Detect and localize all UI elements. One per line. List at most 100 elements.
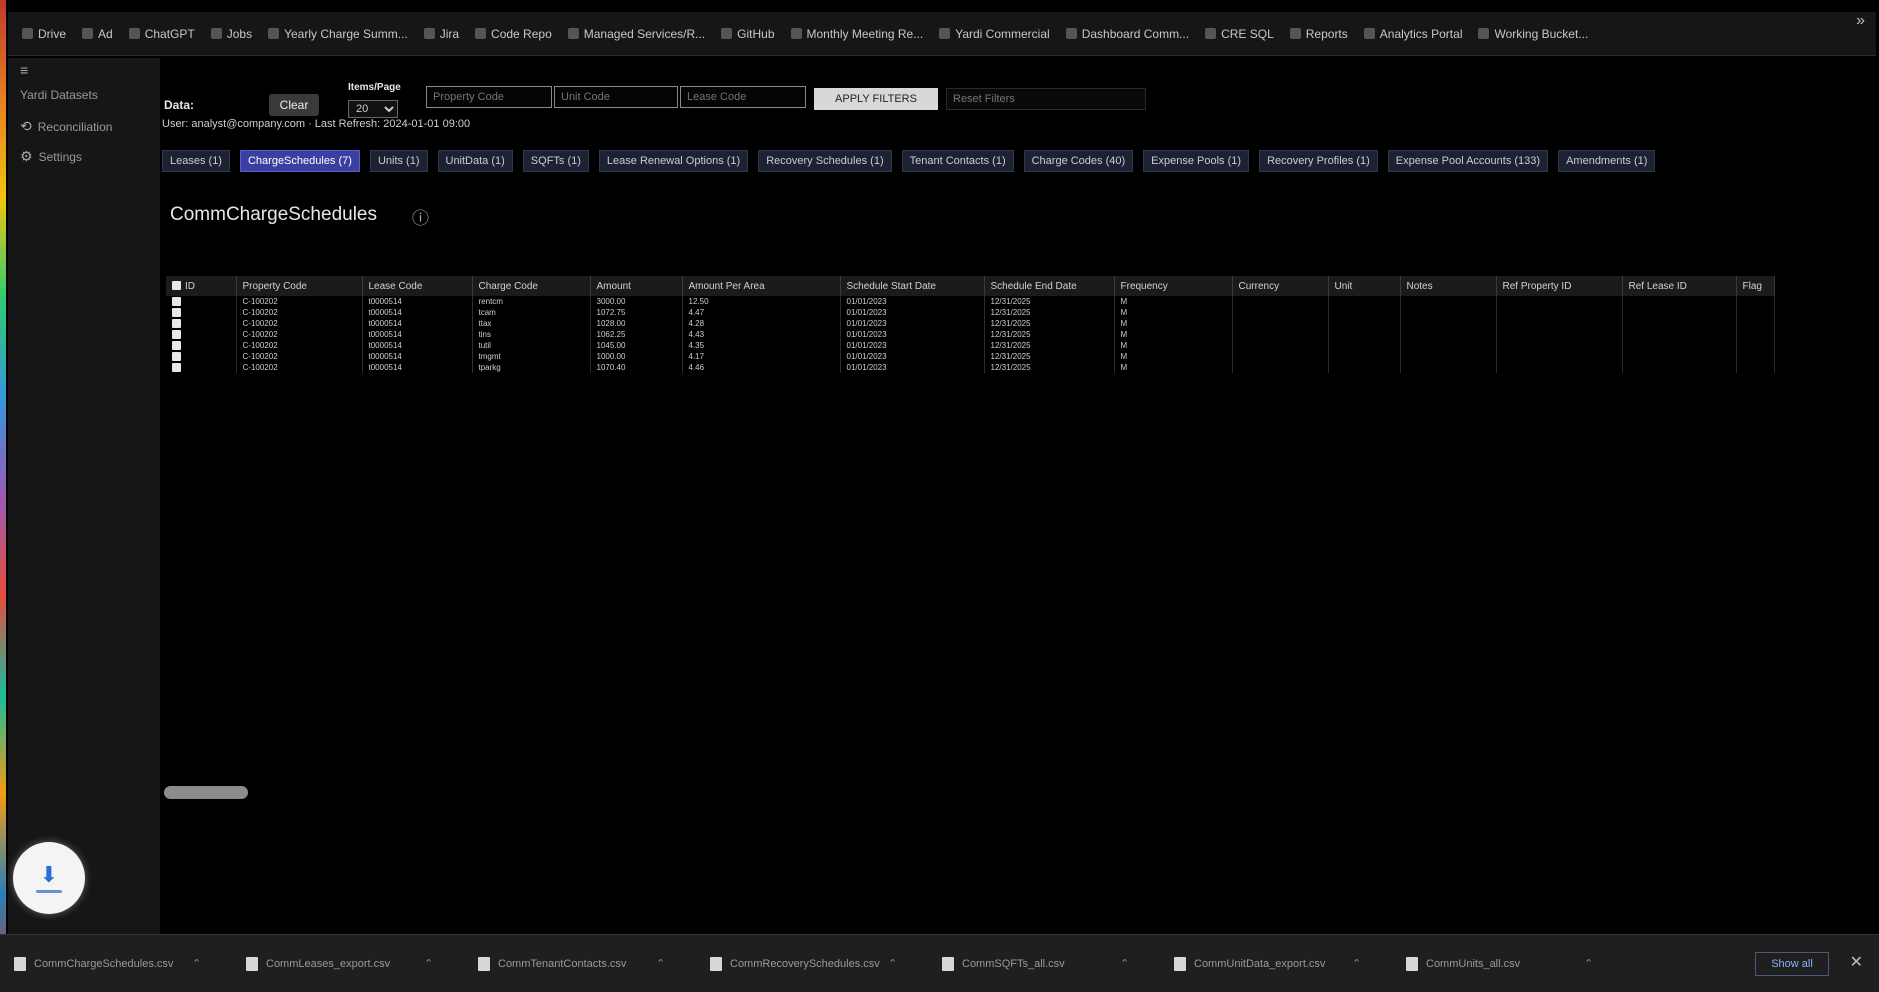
reset-filters-field[interactable] — [946, 88, 1146, 110]
bookmark-item[interactable]: Dashboard Comm... — [1060, 23, 1195, 45]
bookmark-item[interactable]: Jobs — [205, 23, 258, 45]
chevron-up-icon[interactable]: ⌃ — [192, 957, 201, 970]
bookmark-item[interactable]: GitHub — [715, 23, 780, 45]
bookmark-item[interactable]: Analytics Portal — [1358, 23, 1469, 45]
tab-dataset[interactable]: Recovery Profiles (1) — [1259, 150, 1378, 172]
tab-dataset[interactable]: Amendments (1) — [1558, 150, 1656, 172]
table-row[interactable]: C-100202 t0000514 ttax 1028.00 4.28 01/01/202… — [166, 318, 1775, 329]
items-per-page-select[interactable]: 20 — [348, 100, 398, 118]
bookmark-item[interactable]: ChatGPT — [123, 23, 201, 45]
select-all-checkbox[interactable] — [172, 281, 181, 291]
bookmark-item[interactable]: Ad — [76, 23, 119, 45]
column-header[interactable]: Amount Per Area — [682, 276, 841, 296]
sidebar-item-datasets[interactable]: Yardi Datasets — [20, 88, 98, 102]
table-row[interactable]: C-100202 t0000514 tins 1062.25 4.43 01/01/202… — [166, 329, 1775, 340]
chevron-up-icon[interactable]: ⌃ — [1352, 957, 1361, 970]
table-cell — [1400, 329, 1497, 340]
column-header[interactable]: Charge Code — [472, 276, 591, 296]
tab-dataset[interactable]: Charge Codes (40) — [1023, 150, 1134, 172]
column-header[interactable]: Property Code — [236, 276, 363, 296]
tab-dataset[interactable]: Lease Renewal Options (1) — [598, 150, 749, 172]
tab-dataset[interactable]: ChargeSchedules (7) — [239, 150, 360, 172]
tab-dataset[interactable]: Tenant Contacts (1) — [901, 150, 1014, 172]
download-item[interactable]: CommSQFTs_all.csv ⌃ — [942, 956, 1168, 971]
table-cell: 4.46 — [682, 362, 841, 373]
info-icon[interactable]: ⓘ — [412, 204, 429, 229]
bookmark-item[interactable]: Yearly Charge Summ... — [262, 23, 414, 45]
chevron-up-icon[interactable]: ⌃ — [424, 957, 433, 970]
tab-dataset[interactable]: Leases (1) — [162, 150, 230, 172]
bookmark-favicon-icon — [1478, 28, 1490, 39]
tab-dataset[interactable]: Expense Pools (1) — [1143, 150, 1250, 172]
bookmark-item[interactable]: Jira — [418, 23, 465, 45]
row-checkbox[interactable] — [172, 363, 181, 373]
bookmark-item[interactable]: Yardi Commercial — [933, 23, 1055, 45]
tab-dataset[interactable]: Expense Pool Accounts (133) — [1387, 150, 1549, 172]
tab-dataset[interactable]: Units (1) — [369, 150, 428, 172]
download-fab-button[interactable]: ⬇ — [13, 842, 85, 914]
bookmark-favicon-icon — [567, 28, 579, 39]
row-checkbox[interactable] — [172, 319, 181, 329]
close-downloads-icon[interactable]: ✕ — [1850, 952, 1863, 972]
chevron-up-icon[interactable]: ⌃ — [1584, 957, 1593, 970]
table-row[interactable]: C-100202 t0000514 tparkg 1070.40 4.46 01/01/2… — [166, 362, 1775, 373]
tab-dataset[interactable]: Recovery Schedules (1) — [758, 150, 892, 172]
items-per-page-label: Items/Page — [348, 82, 401, 93]
tab-dataset[interactable]: SQFTs (1) — [522, 150, 589, 172]
column-header[interactable]: Schedule End Date — [984, 276, 1115, 296]
bookmark-item[interactable]: CRE SQL — [1199, 23, 1280, 45]
property-code-input[interactable] — [426, 86, 552, 108]
download-item[interactable]: CommTenantContacts.csv ⌃ — [478, 956, 704, 971]
download-item[interactable]: CommLeases_export.csv ⌃ — [246, 956, 472, 971]
sidebar-menu-toggle[interactable]: ≡ — [20, 62, 28, 78]
download-item[interactable]: CommUnits_all.csv ⌃ — [1406, 956, 1632, 971]
sidebar-item-settings[interactable]: ⚙ Settings — [20, 148, 82, 165]
table-row[interactable]: C-100202 t0000514 tmgmt 1000.00 4.17 01/01/20… — [166, 351, 1775, 362]
column-header[interactable]: Unit — [1328, 276, 1401, 296]
row-checkbox[interactable] — [172, 330, 181, 340]
row-checkbox[interactable] — [172, 297, 181, 307]
table-row[interactable]: C-100202 t0000514 tcam 1072.75 4.47 01/01/202… — [166, 307, 1775, 318]
table-cell: M — [1114, 340, 1233, 351]
bookmark-item[interactable]: Drive — [16, 23, 72, 45]
unit-code-input[interactable] — [554, 86, 678, 108]
column-header[interactable]: Currency — [1232, 276, 1329, 296]
show-all-downloads-button[interactable]: Show all — [1755, 952, 1829, 976]
row-checkbox[interactable] — [172, 352, 181, 362]
row-checkbox[interactable] — [172, 308, 181, 318]
bookmark-item[interactable]: Reports — [1284, 23, 1354, 45]
table-row[interactable]: C-100202 t0000514 tutil 1045.00 4.35 01/01/20… — [166, 340, 1775, 351]
horizontal-scrollbar[interactable] — [164, 786, 248, 799]
column-header[interactable]: Notes — [1400, 276, 1497, 296]
column-header[interactable]: ID — [166, 276, 237, 296]
table-cell: M — [1114, 307, 1233, 318]
column-header[interactable]: Flag — [1736, 276, 1775, 296]
chevron-up-icon[interactable]: ⌃ — [888, 957, 897, 970]
bookmark-favicon-icon — [1065, 28, 1077, 39]
more-bookmarks-icon[interactable]: » — [1856, 12, 1865, 30]
bookmark-item[interactable]: Code Repo — [469, 23, 558, 45]
apply-filters-button[interactable]: APPLY FILTERS — [814, 88, 938, 110]
clear-button[interactable]: Clear — [269, 94, 319, 116]
column-header[interactable]: Amount — [590, 276, 683, 296]
column-header[interactable]: Schedule Start Date — [840, 276, 985, 296]
bookmark-item[interactable]: Working Bucket... — [1472, 23, 1594, 45]
bookmark-item[interactable]: Monthly Meeting Re... — [785, 23, 930, 45]
column-header[interactable]: Frequency — [1114, 276, 1233, 296]
table-cell: 1072.75 — [590, 307, 683, 318]
row-checkbox[interactable] — [172, 341, 181, 351]
tab-dataset[interactable]: UnitData (1) — [437, 150, 513, 172]
table-row[interactable]: C-100202 t0000514 rentcm 3000.00 12.50 01/01/… — [166, 296, 1775, 307]
column-header[interactable]: Lease Code — [362, 276, 473, 296]
chevron-up-icon[interactable]: ⌃ — [656, 957, 665, 970]
download-item[interactable]: CommChargeSchedules.csv ⌃ — [14, 956, 240, 971]
lease-code-input[interactable] — [680, 86, 806, 108]
download-item[interactable]: CommUnitData_export.csv ⌃ — [1174, 956, 1400, 971]
download-item[interactable]: CommRecoverySchedules.csv ⌃ — [710, 956, 936, 971]
column-header[interactable]: Ref Property ID — [1496, 276, 1623, 296]
table-cell: t0000514 — [362, 340, 473, 351]
column-header[interactable]: Ref Lease ID — [1622, 276, 1737, 296]
sidebar-item-reconciliation[interactable]: ⟲ Reconciliation — [20, 118, 112, 135]
chevron-up-icon[interactable]: ⌃ — [1120, 957, 1129, 970]
bookmark-item[interactable]: Managed Services/R... — [562, 23, 711, 45]
